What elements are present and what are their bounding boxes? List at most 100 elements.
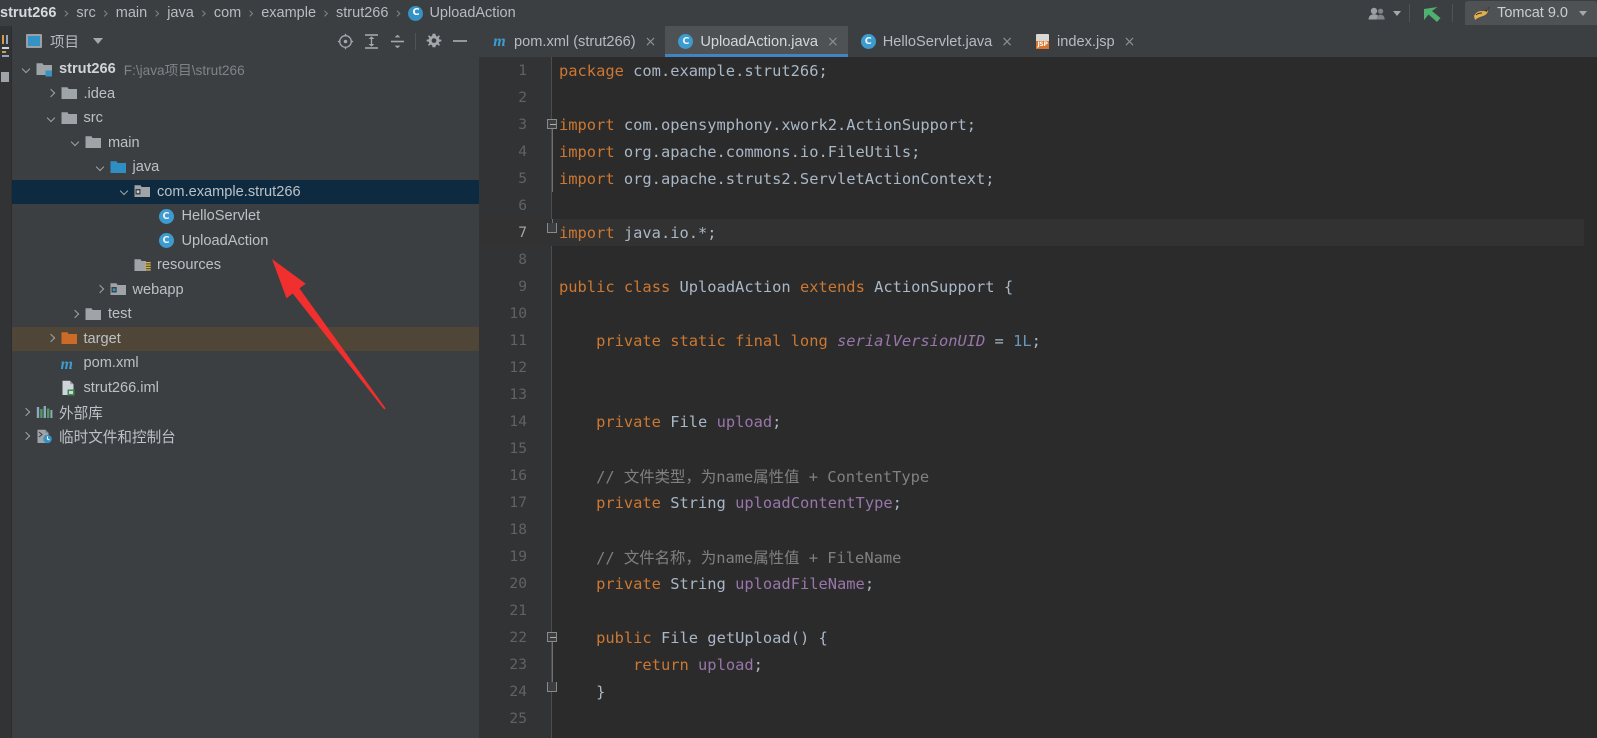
tree-row-webapp[interactable]: webapp [12,278,479,303]
tree-row-helloservlet[interactable]: C HelloServlet [12,204,479,229]
code-line-11[interactable]: 11 private static final long serialVersi… [479,327,1597,354]
chevron-right-icon[interactable] [70,309,82,320]
code-line-21[interactable]: 21 [479,597,1597,624]
toolbar-separator-2 [1452,4,1454,22]
tree-row-test[interactable]: test [12,302,479,327]
project-tool-icon[interactable] [1,34,11,68]
folder-source-icon [110,160,127,175]
editor-tab-bar[interactable]: m pom.xml (strut266) × C UploadAction.java × C… [479,26,1597,57]
line-number: 12 [509,359,527,376]
chevron-down-icon[interactable] [70,137,82,148]
expand-all-icon[interactable] [358,28,384,54]
editor-tab-index-jsp[interactable]: JSP index.jsp × [1022,26,1144,57]
code-line-4[interactable]: 4 import org.apache.commons.io.FileUtils; [479,138,1597,165]
fold-marker-start[interactable] [545,111,559,138]
chevron-right-icon[interactable] [95,284,107,295]
locate-file-icon[interactable] [332,28,358,54]
code-line-7[interactable]: 7 import java.io.*; [479,219,1597,246]
code-line-10[interactable]: 10 [479,300,1597,327]
code-line-1[interactable]: 1 package com.example.strut266; [479,57,1597,84]
code-line-9[interactable]: 9 public class UploadAction extends Actio… [479,273,1597,300]
chevron-right-icon[interactable] [46,88,58,99]
people-dropdown-caret[interactable] [1393,10,1402,16]
run-configuration-selector[interactable]: Tomcat 9.0 [1465,1,1597,25]
people-icon[interactable] [1364,0,1390,26]
code-line-18[interactable]: 18 [479,516,1597,543]
tree-row-resources[interactable]: resources [12,253,479,278]
hide-panel-icon[interactable] [447,28,473,54]
breadcrumb-item-src[interactable]: src [76,5,95,21]
line-number: 9 [518,278,527,295]
code-line-6[interactable]: 6 [479,192,1597,219]
fold-marker-end[interactable] [545,678,559,705]
editor-scrollbar[interactable] [1584,57,1597,738]
editor-tab-helloservlet-java[interactable]: C HelloServlet.java × [848,26,1022,57]
tree-row-pom-xml[interactable]: m pom.xml [12,351,479,376]
fold-marker-line[interactable] [545,138,559,165]
tree-row-main[interactable]: main [12,131,479,156]
fold-marker-line[interactable] [545,651,559,678]
close-tab-icon[interactable]: × [1124,35,1136,49]
green-up-arrow-icon[interactable] [1418,0,1444,26]
chevron-down-icon[interactable] [46,113,58,124]
project-tree[interactable]: strut266 F:\java项目\strut266 .idea src main ja… [12,56,479,449]
code-line-15[interactable]: 15 [479,435,1597,462]
code-line-14[interactable]: 14 private File upload; [479,408,1597,435]
code-line-25[interactable]: 25 [479,705,1597,732]
line-number: 19 [509,548,527,565]
line-number: 14 [509,413,527,430]
code-line-13[interactable]: 13 [479,381,1597,408]
tree-row-com-example-strut266[interactable]: com.example.strut266 [12,179,479,204]
breadcrumb-item-com[interactable]: com [214,5,241,21]
code-line-12[interactable]: 12 [479,354,1597,381]
tree-row-strut266[interactable]: strut266 F:\java项目\strut266 [12,57,479,82]
code-line-5[interactable]: 5 import org.apache.struts2.ServletAction… [479,165,1597,192]
chevron-right-icon[interactable] [46,333,58,344]
code-line-19[interactable]: 19 // 文件名称，为name属性值 + FileName [479,543,1597,570]
code-line-22[interactable]: 22 public File getUpload() { [479,624,1597,651]
editor-tab-pom-xml-strut266-[interactable]: m pom.xml (strut266) × [479,26,665,57]
chevron-down-icon[interactable] [95,162,107,173]
code-line-8[interactable]: 8 [479,246,1597,273]
tree-row-src[interactable]: src [12,106,479,131]
code-line-3[interactable]: 3 import com.opensymphony.xwork2.ActionSu… [479,111,1597,138]
tree-row-uploadaction[interactable]: C UploadAction [12,229,479,254]
breadcrumb-item-strut266[interactable]: strut266 [0,5,56,21]
code-lines[interactable]: 1 package com.example.strut266; 2 3 import c… [479,57,1597,738]
code-line-2[interactable]: 2 [479,84,1597,111]
breadcrumb-item-example[interactable]: example [261,5,316,21]
breadcrumb-item-java[interactable]: java [167,5,194,21]
chevron-right-icon[interactable] [21,431,33,442]
code-line-23[interactable]: 23 return upload; [479,651,1597,678]
settings-gear-icon[interactable] [421,28,447,54]
breadcrumb-item-main[interactable]: main [116,5,147,21]
tool-window-strip-left[interactable] [0,26,12,738]
chevron-right-icon[interactable] [21,407,33,418]
tree-row--idea[interactable]: .idea [12,82,479,107]
folder-web-icon [110,282,127,297]
tree-row-target[interactable]: target [12,326,479,351]
tree-row--[interactable]: 临时文件和控制台 [12,425,479,450]
tree-row-java[interactable]: java [12,155,479,180]
breadcrumb-item-strut266[interactable]: strut266 [336,5,388,21]
code-line-17[interactable]: 17 private String uploadContentType; [479,489,1597,516]
run-config-caret[interactable] [1579,10,1587,16]
fold-marker-line[interactable] [545,165,559,192]
chevron-down-icon[interactable] [21,64,33,75]
project-view-dropdown-caret[interactable] [93,38,103,44]
breadcrumb-item-uploadaction[interactable]: C UploadAction [408,5,516,21]
close-tab-icon[interactable]: × [827,35,839,49]
tree-row--[interactable]: 外部库 [12,400,479,425]
close-tab-icon[interactable]: × [1001,35,1013,49]
code-line-16[interactable]: 16 // 文件类型，为name属性值 + ContentType [479,462,1597,489]
tree-row-strut266-iml[interactable]: strut266.iml [12,376,479,401]
editor-tab-uploadaction-java[interactable]: C UploadAction.java × [665,26,849,57]
fold-marker-start[interactable] [545,624,559,651]
collapse-all-icon[interactable] [384,28,410,54]
fold-marker-end[interactable] [545,219,559,246]
chevron-down-icon[interactable] [119,186,131,197]
code-editor[interactable]: 1 package com.example.strut266; 2 3 import c… [479,57,1597,738]
code-line-24[interactable]: 24 } [479,678,1597,705]
close-tab-icon[interactable]: × [645,35,657,49]
code-line-20[interactable]: 20 private String uploadFileName; [479,570,1597,597]
